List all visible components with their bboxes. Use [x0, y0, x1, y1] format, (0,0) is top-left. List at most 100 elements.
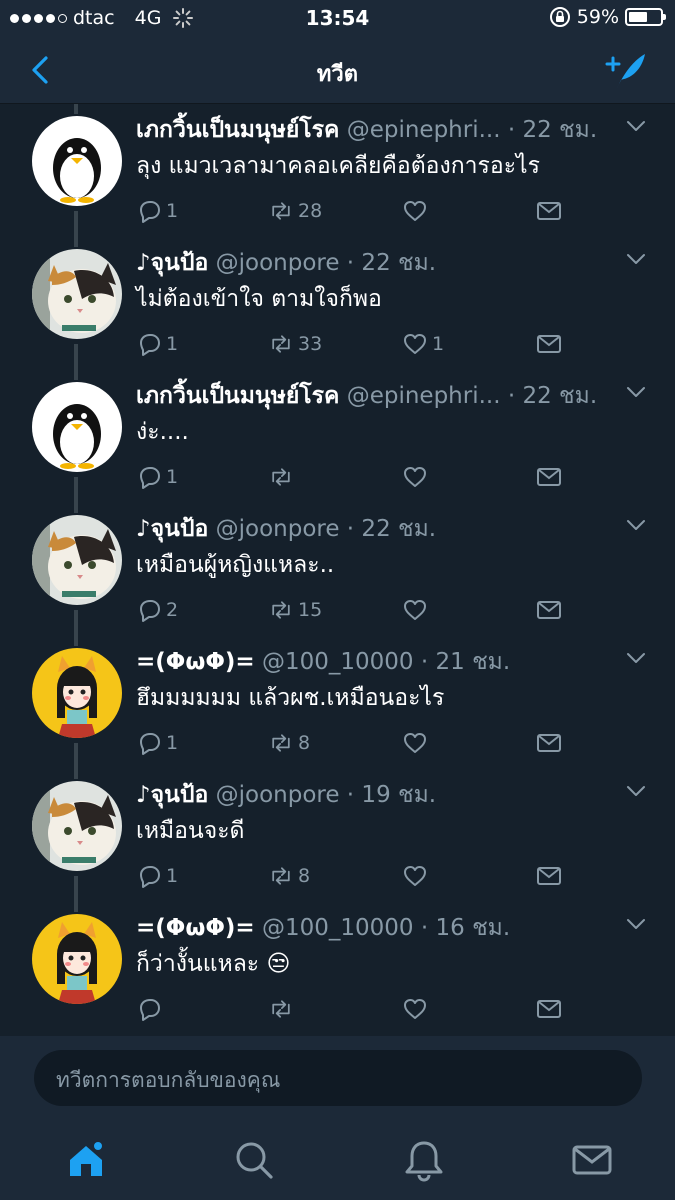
- home-icon[interactable]: [64, 1138, 108, 1182]
- share-dm-button[interactable]: [536, 329, 562, 359]
- author-name[interactable]: =(ΦωΦ)=: [136, 649, 255, 675]
- share-dm-button[interactable]: [536, 196, 562, 226]
- like-button[interactable]: [402, 994, 428, 1024]
- share-dm-button[interactable]: [536, 994, 562, 1024]
- mail-icon: [536, 730, 562, 756]
- retweet-button[interactable]: 28: [268, 196, 322, 226]
- retweet-icon: [268, 198, 294, 224]
- chevron-down-icon[interactable]: [625, 384, 647, 400]
- tweet-text: ง่ะ....: [136, 419, 189, 445]
- share-dm-button[interactable]: [536, 728, 562, 758]
- mail-icon: [536, 863, 562, 889]
- tweet-text: ลุง แมวเวลามาคลอเคลียคือต้องการอะไร: [136, 153, 540, 179]
- retweet-button[interactable]: 33: [268, 329, 322, 359]
- tweet-text: ฮึมมมมมม แล้วผช.เหมือนอะไร: [136, 685, 445, 711]
- bell-icon[interactable]: [402, 1138, 446, 1182]
- compose-tweet-icon[interactable]: [603, 50, 649, 90]
- chevron-down-icon[interactable]: [625, 118, 647, 134]
- tweet-header: เภกวิ้นเป็นมนุษย์โรค @epinephri... · 22 …: [136, 112, 615, 148]
- heart-icon: [402, 198, 428, 224]
- avatar[interactable]: [32, 382, 122, 472]
- author-handle: @epinephri...: [339, 117, 501, 143]
- retweet-count: 28: [298, 200, 323, 222]
- author-name[interactable]: ♪จุนป้อ: [136, 516, 208, 542]
- mail-icon: [536, 597, 562, 623]
- tweet-time: · 22 ชม.: [500, 117, 598, 143]
- retweet-icon: [268, 331, 294, 357]
- like-button[interactable]: [402, 595, 428, 625]
- reply-bar: ทวีตการตอบกลับของคุณ: [0, 1036, 675, 1120]
- chevron-down-icon[interactable]: [625, 517, 647, 533]
- like-button[interactable]: [402, 196, 428, 226]
- avatar[interactable]: [32, 249, 122, 339]
- like-button[interactable]: [402, 861, 428, 891]
- retweet-button[interactable]: 15: [268, 595, 322, 625]
- tweet-header: ♪จุนป้อ @joonpore · 22 ชม.: [136, 245, 615, 281]
- avatar[interactable]: [32, 116, 122, 206]
- tweet-actions: 18: [136, 728, 576, 758]
- share-dm-button[interactable]: [536, 861, 562, 891]
- retweet-button[interactable]: [268, 462, 294, 492]
- author-name[interactable]: ♪จุนป้อ: [136, 250, 208, 276]
- chevron-down-icon[interactable]: [625, 783, 647, 799]
- navigation-bar: ทวีต: [0, 36, 675, 104]
- share-dm-button[interactable]: [536, 595, 562, 625]
- reply-input[interactable]: ทวีตการตอบกลับของคุณ: [34, 1050, 642, 1106]
- retweet-count: 15: [298, 599, 323, 621]
- tweet[interactable]: เภกวิ้นเป็นมนุษย์โรค @epinephri... · 22 …: [0, 104, 675, 237]
- retweet-icon: [268, 730, 294, 756]
- chevron-down-icon[interactable]: [625, 251, 647, 267]
- avatar[interactable]: [32, 781, 122, 871]
- share-dm-button[interactable]: [536, 462, 562, 492]
- heart-icon: [402, 863, 428, 889]
- tweet[interactable]: ♪จุนป้อ @joonpore · 19 ชม. เหมือนจะดี 1 8: [0, 769, 675, 902]
- like-button[interactable]: [402, 462, 428, 492]
- page-title: ทวีต: [316, 62, 359, 87]
- author-name[interactable]: =(ΦωΦ)=: [136, 915, 255, 941]
- author-handle: @epinephri...: [339, 383, 501, 409]
- tweet-actions: 1 28: [136, 196, 576, 226]
- retweet-icon: [268, 597, 294, 623]
- reply-button[interactable]: 1: [136, 462, 178, 492]
- chevron-down-icon[interactable]: [625, 916, 647, 932]
- retweet-button[interactable]: [268, 994, 294, 1024]
- reply-button[interactable]: 1: [136, 329, 178, 359]
- reply-button[interactable]: [136, 994, 162, 1024]
- battery-percent: 59%: [576, 6, 619, 28]
- author-name[interactable]: ♪จุนป้อ: [136, 782, 208, 808]
- reply-count: 1: [166, 732, 179, 754]
- tweet-actions: 2 15: [136, 595, 576, 625]
- tweet[interactable]: เภกวิ้นเป็นมนุษย์โรค @epinephri... · 22 …: [0, 370, 675, 503]
- tweet[interactable]: ♪จุนป้อ @joonpore · 22 ชม. เหมือนผู้หญิงแ…: [0, 503, 675, 636]
- tweet-header: =(ΦωΦ)= @100_10000 · 16 ชม.: [136, 910, 615, 946]
- avatar[interactable]: [32, 515, 122, 605]
- reply-button[interactable]: 1: [136, 196, 178, 226]
- author-name[interactable]: เภกวิ้นเป็นมนุษย์โรค: [136, 383, 339, 409]
- reply-button[interactable]: 1: [136, 728, 178, 758]
- tweet[interactable]: ♪จุนป้อ @joonpore · 22 ชม. ไม่ต้องเข้าใจ …: [0, 237, 675, 370]
- tweet-time: · 19 ชม.: [339, 782, 437, 808]
- tweet-actions: 18: [136, 861, 576, 891]
- tweet[interactable]: =(ΦωΦ)= @100_10000 · 16 ชม. ก็ว่างั้นแหละ…: [0, 902, 675, 1035]
- tweet-time: · 22 ชม.: [339, 516, 437, 542]
- reply-count: 1: [166, 865, 179, 887]
- like-button[interactable]: [402, 728, 428, 758]
- reply-count: 1: [166, 333, 179, 355]
- tweet[interactable]: =(ΦωΦ)= @100_10000 · 21 ชม. ฮึมมมมมม แล้ว…: [0, 636, 675, 769]
- tweet-actions: [136, 994, 576, 1024]
- retweet-count: 8: [298, 865, 311, 887]
- reply-button[interactable]: 1: [136, 861, 178, 891]
- chevron-down-icon[interactable]: [625, 650, 647, 666]
- tweet-text: เหมือนผู้หญิงแหละ..: [136, 552, 335, 578]
- search-icon[interactable]: [232, 1138, 276, 1182]
- avatar[interactable]: [32, 914, 122, 1004]
- retweet-button[interactable]: 8: [268, 728, 310, 758]
- like-button[interactable]: 1: [402, 329, 444, 359]
- author-name[interactable]: เภกวิ้นเป็นมนุษย์โรค: [136, 117, 339, 143]
- reply-button[interactable]: 2: [136, 595, 178, 625]
- retweet-button[interactable]: 8: [268, 861, 310, 891]
- avatar[interactable]: [32, 648, 122, 738]
- mail-icon[interactable]: [570, 1138, 614, 1182]
- author-handle: @joonpore: [208, 782, 340, 808]
- reply-count: 1: [166, 200, 179, 222]
